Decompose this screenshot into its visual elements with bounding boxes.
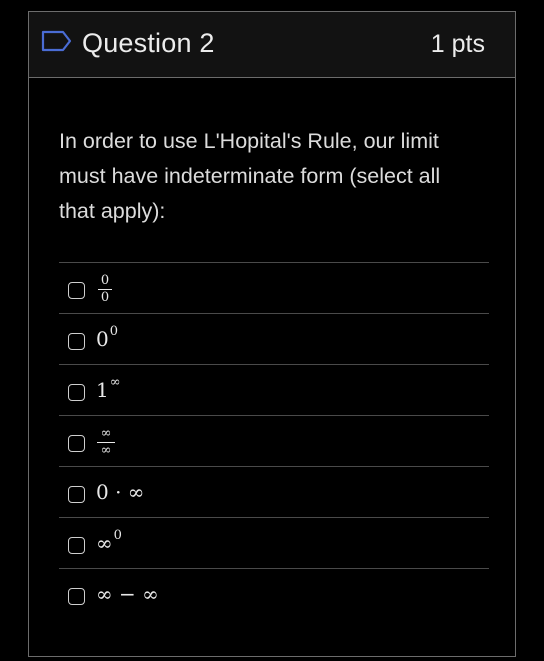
answer-option-1-power-inf[interactable]: 1∞ [59, 364, 489, 415]
question-header: Question 2 1 pts [29, 12, 515, 78]
answer-list: 0 0 00 1∞ ∞ ∞ 0 · ∞ ∞0 ∞ − ∞ [59, 262, 489, 619]
answer-option-inf-over-inf[interactable]: ∞ ∞ [59, 415, 489, 466]
question-card: Question 2 1 pts In order to use L'Hopit… [28, 11, 516, 657]
answer-text: 0 · ∞ [96, 480, 145, 504]
power-base: 0 [96, 327, 109, 351]
fraction-numerator: 0 [100, 273, 110, 288]
answer-option-inf-minus-inf[interactable]: ∞ − ∞ [59, 568, 489, 619]
answer-power: ∞0 [96, 528, 122, 555]
question-prompt: In order to use L'Hopital's Rule, our li… [59, 129, 441, 223]
checkbox-unchecked-icon[interactable] [68, 486, 85, 503]
answer-option-0-over-0[interactable]: 0 0 [59, 262, 489, 313]
question-points: 1 pts [430, 30, 485, 58]
checkbox-unchecked-icon[interactable] [68, 333, 85, 350]
question-title: Question 2 [82, 28, 215, 58]
fraction-denominator: ∞ [100, 443, 112, 458]
answer-power: 1∞ [96, 375, 121, 402]
power-exponent: ∞ [109, 375, 121, 390]
power-exponent: 0 [109, 324, 119, 339]
answer-option-0-times-inf[interactable]: 0 · ∞ [59, 466, 489, 517]
answer-fraction: 0 0 [98, 274, 112, 305]
checkbox-unchecked-icon[interactable] [68, 282, 85, 299]
checkbox-unchecked-icon[interactable] [68, 384, 85, 401]
checkbox-unchecked-icon[interactable] [68, 537, 85, 554]
power-base: 1 [96, 378, 109, 402]
power-base: ∞ [96, 531, 113, 555]
power-exponent: 0 [113, 528, 122, 543]
fraction-numerator: ∞ [100, 426, 112, 441]
checkbox-unchecked-icon[interactable] [68, 588, 85, 605]
answer-fraction: ∞ ∞ [97, 427, 115, 458]
answer-power: 00 [96, 324, 119, 351]
answer-text: ∞ − ∞ [96, 582, 159, 606]
bookmark-flag-icon[interactable] [41, 30, 73, 52]
fraction-denominator: 0 [100, 290, 110, 305]
answer-option-0-power-0[interactable]: 00 [59, 313, 489, 364]
answer-option-inf-power-0[interactable]: ∞0 [59, 517, 489, 568]
checkbox-unchecked-icon[interactable] [68, 435, 85, 452]
